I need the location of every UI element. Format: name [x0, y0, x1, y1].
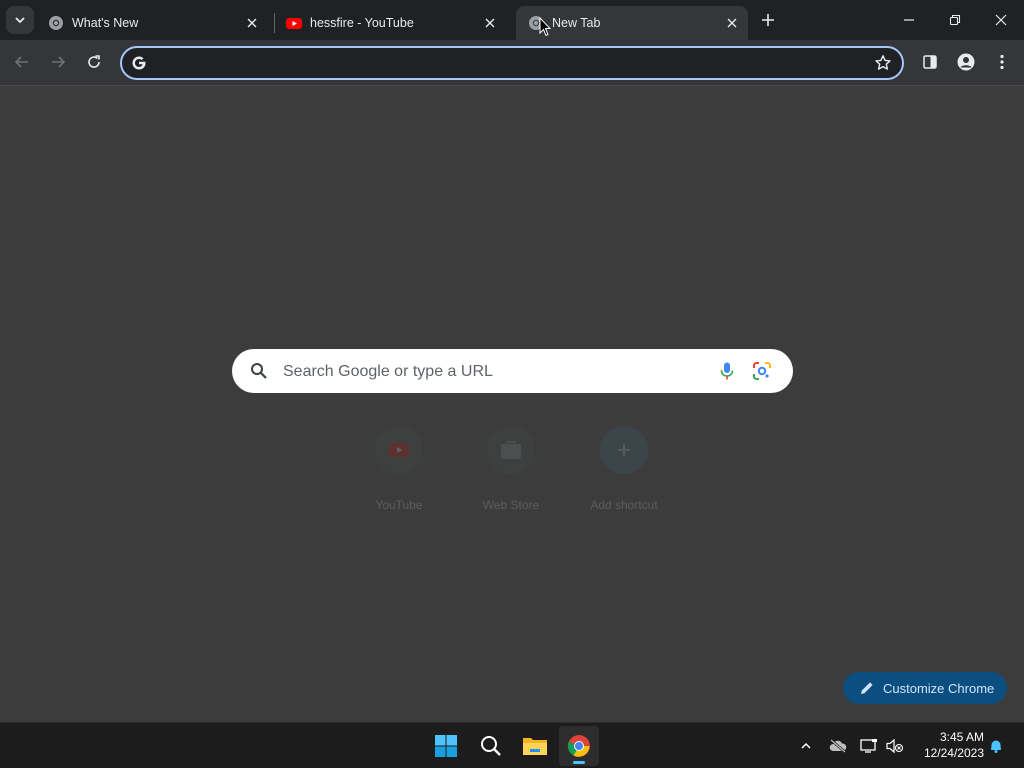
web-store-icon — [487, 426, 535, 474]
close-tab-icon[interactable] — [242, 13, 262, 33]
chrome-icon — [567, 735, 590, 757]
shortcut-label: YouTube — [375, 498, 423, 512]
back-button[interactable] — [6, 46, 38, 78]
volume-tray[interactable] — [884, 735, 906, 757]
chevron-down-icon — [15, 17, 25, 24]
arrow-right-icon — [52, 56, 66, 68]
mouse-cursor — [539, 17, 551, 37]
side-panel-icon — [923, 55, 937, 69]
chrome-icon — [48, 15, 64, 31]
show-hidden-icons-button[interactable] — [795, 735, 817, 757]
windows-taskbar: 3:45 AM 12/24/2023 — [0, 722, 1024, 768]
tab-strip: What's New hessfire - YouTube New Tab — [0, 0, 1024, 40]
tab-youtube[interactable]: hessfire - YouTube — [274, 6, 506, 40]
profile-avatar-icon — [957, 53, 975, 71]
forward-button[interactable] — [42, 46, 74, 78]
taskbar-clock[interactable]: 3:45 AM 12/24/2023 — [914, 729, 984, 761]
kebab-menu-icon — [1000, 54, 1004, 70]
notification-button[interactable] — [985, 735, 1007, 757]
monitor-network-icon — [860, 739, 877, 753]
chevron-up-icon — [801, 742, 811, 749]
new-tab-button[interactable] — [756, 8, 780, 32]
bell-icon — [991, 740, 1001, 753]
youtube-icon — [286, 15, 302, 31]
search-icon — [481, 736, 501, 756]
address-bar[interactable] — [120, 46, 904, 80]
customize-chrome-button[interactable]: Customize Chrome — [843, 672, 1007, 704]
close-icon — [995, 14, 1007, 26]
plus-icon — [600, 426, 648, 474]
restore-button[interactable] — [932, 0, 978, 40]
youtube-icon — [375, 426, 423, 474]
reload-icon — [88, 55, 100, 68]
arrow-left-icon — [14, 56, 28, 68]
pencil-icon — [861, 682, 873, 694]
close-window-button[interactable] — [978, 0, 1024, 40]
minimize-icon — [904, 19, 914, 21]
toolbar — [0, 40, 1024, 86]
reload-button[interactable] — [78, 46, 110, 78]
new-tab-page: YouTube Web Store Add shortcut Customize… — [0, 86, 1024, 722]
close-tab-icon[interactable] — [722, 13, 742, 33]
folder-icon — [523, 738, 547, 755]
tab-title: New Tab — [552, 16, 601, 30]
chrome-taskbar-button[interactable] — [559, 726, 599, 766]
tab-whats-new[interactable]: What's New — [36, 6, 268, 40]
close-tab-icon[interactable] — [480, 13, 500, 33]
profile-button[interactable] — [950, 46, 982, 78]
add-shortcut-button[interactable]: Add shortcut — [576, 426, 672, 516]
search-input[interactable] — [283, 361, 683, 383]
bookmark-star-icon[interactable] — [874, 54, 892, 72]
plus-icon — [762, 14, 774, 26]
chrome-menu-button[interactable] — [986, 46, 1018, 78]
minimize-button[interactable] — [886, 0, 932, 40]
network-tray[interactable] — [858, 735, 880, 757]
shortcut-youtube[interactable]: YouTube — [351, 426, 447, 516]
active-indicator — [573, 761, 585, 764]
file-explorer-button[interactable] — [515, 726, 555, 766]
omnibox-input[interactable] — [156, 52, 856, 74]
side-panel-button[interactable] — [914, 46, 946, 78]
cloud-offline-icon — [829, 739, 847, 753]
speaker-muted-icon — [886, 738, 904, 754]
tab-title: What's New — [72, 16, 139, 30]
customize-label: Customize Chrome — [883, 680, 995, 696]
microphone-icon[interactable] — [717, 361, 737, 381]
search-icon — [251, 363, 267, 379]
clock-time: 3:45 AM — [939, 730, 984, 744]
tab-title: hessfire - YouTube — [310, 16, 414, 30]
clock-date: 12/24/2023 — [923, 746, 984, 760]
google-icon — [130, 54, 148, 72]
windows-logo-icon — [435, 735, 457, 757]
shortcut-web-store[interactable]: Web Store — [463, 426, 559, 516]
taskbar-search-button[interactable] — [471, 726, 511, 766]
start-button[interactable] — [426, 726, 466, 766]
onedrive-tray[interactable] — [827, 735, 849, 757]
google-search-box[interactable] — [232, 349, 793, 393]
shortcut-label: Web Store — [482, 498, 540, 512]
chrome-window: What's New hessfire - YouTube New Tab Se… — [0, 0, 1024, 768]
shortcut-label: Add shortcut — [590, 498, 658, 512]
tab-search-button[interactable] — [6, 6, 34, 34]
google-lens-icon[interactable] — [752, 361, 772, 381]
restore-icon — [949, 14, 961, 26]
